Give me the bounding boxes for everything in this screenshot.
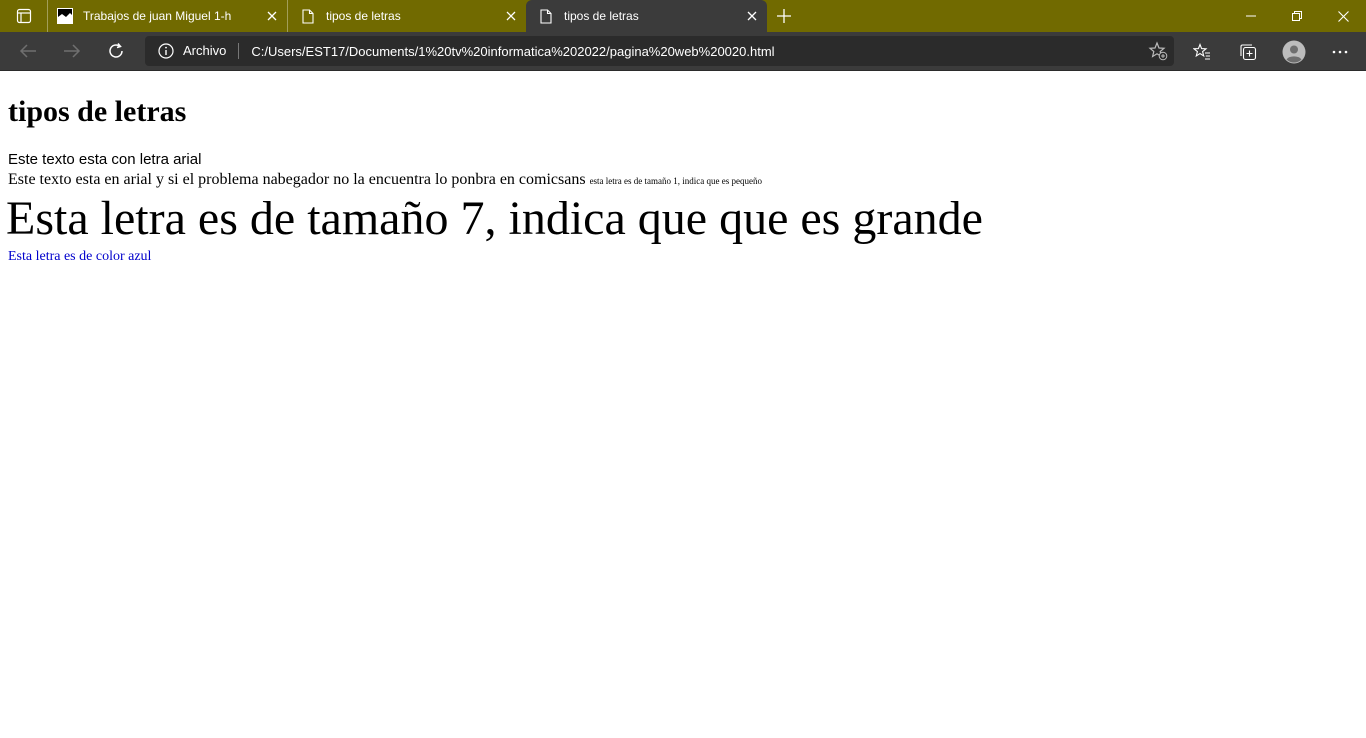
close-icon — [747, 11, 757, 21]
site-info-button[interactable] — [149, 43, 183, 59]
collections-icon — [1240, 43, 1257, 60]
restore-button[interactable] — [1274, 0, 1320, 32]
plus-icon — [777, 9, 791, 23]
window-close-icon — [1337, 10, 1349, 22]
page-heading: tipos de letras — [8, 95, 187, 128]
profile-icon — [1282, 40, 1306, 63]
add-favorite-icon — [1148, 41, 1168, 61]
more-button[interactable] — [1317, 32, 1363, 71]
browser-toolbar: Archivo C:/Users/EST17/Documents/1%20tv%… — [0, 32, 1366, 71]
info-icon — [158, 43, 174, 59]
forward-arrow-icon — [64, 44, 81, 58]
page-icon — [538, 8, 554, 24]
minimize-icon — [1246, 15, 1256, 17]
back-arrow-icon — [19, 44, 36, 58]
restore-icon — [1292, 11, 1302, 21]
add-favorite-button[interactable] — [1148, 41, 1168, 61]
favorites-button[interactable] — [1179, 32, 1225, 71]
back-button[interactable] — [6, 35, 50, 67]
page-content: tipos de letras Este texto esta con letr… — [0, 71, 1366, 738]
tab-close-button[interactable] — [257, 0, 287, 32]
tab-trabajos[interactable]: Trabajos de juan Miguel 1-h — [48, 0, 287, 32]
new-tab-button[interactable] — [767, 0, 801, 32]
forward-button[interactable] — [50, 35, 94, 67]
arial-text-line: Este texto esta con letra arial — [8, 151, 202, 168]
favorites-icon — [1193, 42, 1210, 60]
tab-close-button[interactable] — [737, 0, 767, 32]
url-text[interactable]: C:/Users/EST17/Documents/1%20tv%20inform… — [239, 44, 774, 59]
window-close-button[interactable] — [1320, 0, 1366, 32]
comicsans-text-line: Este texto esta en arial y si el problem… — [8, 171, 762, 189]
tab-title: tipos de letras — [564, 9, 639, 23]
close-icon — [506, 11, 516, 21]
tab-title: Trabajos de juan Miguel 1-h — [83, 9, 232, 23]
address-bar[interactable]: Archivo C:/Users/EST17/Documents/1%20tv%… — [145, 36, 1174, 66]
size-1-text: esta letra es de tamaño 1, indica que es… — [589, 176, 762, 186]
tab-strip: Trabajos de juan Miguel 1-h tipos de let… — [0, 0, 1366, 32]
site-label: Archivo — [183, 43, 240, 59]
collections-button[interactable] — [1225, 32, 1271, 71]
tab-tipos-de-letras-1[interactable]: tipos de letras — [287, 0, 526, 32]
tab-actions-button[interactable] — [0, 0, 48, 32]
tab-actions-icon — [16, 8, 32, 24]
tab-close-button[interactable] — [496, 0, 526, 32]
comicsans-text: Este texto esta en arial y si el problem… — [8, 171, 586, 188]
toolbar-right-group — [1179, 32, 1363, 71]
tab-tipos-de-letras-active[interactable]: tipos de letras — [526, 0, 767, 32]
blue-text: Esta letra es de color azul — [8, 249, 152, 264]
tab-title: tipos de letras — [326, 9, 401, 23]
refresh-icon — [109, 43, 123, 58]
profile-button[interactable] — [1271, 32, 1317, 71]
more-icon — [1332, 50, 1348, 53]
window-controls — [1228, 0, 1366, 32]
site-favicon-icon — [57, 8, 73, 24]
close-icon — [267, 11, 277, 21]
size-7-text: Esta letra es de tamaño 7, indica que qu… — [6, 192, 983, 245]
refresh-button[interactable] — [94, 35, 138, 67]
page-icon — [300, 8, 316, 24]
minimize-button[interactable] — [1228, 0, 1274, 32]
